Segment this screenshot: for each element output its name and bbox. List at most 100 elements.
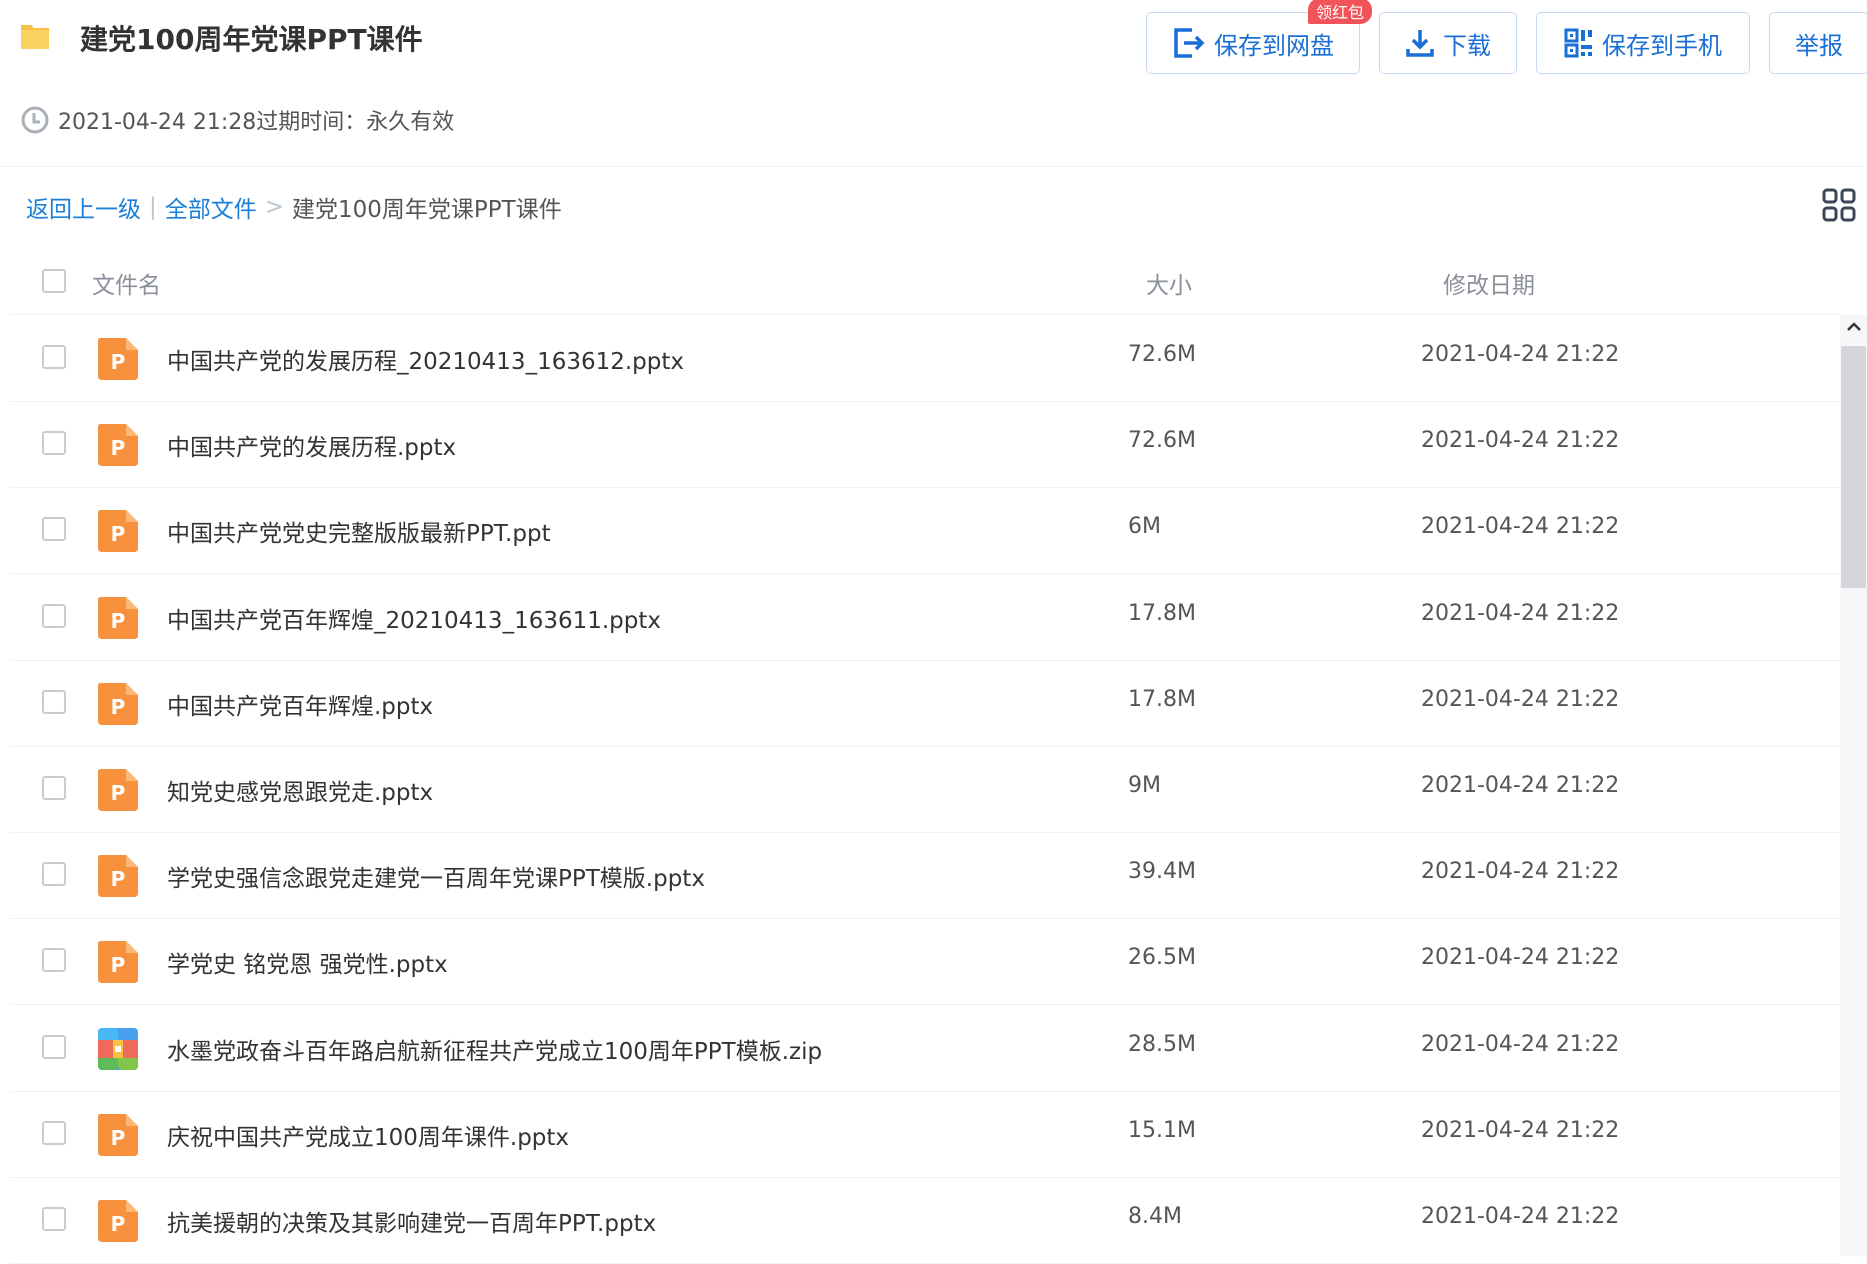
breadcrumb-separator: > bbox=[264, 194, 285, 220]
file-date: 2021-04-24 21:22 bbox=[1421, 1204, 1620, 1229]
scroll-up-arrow-icon[interactable] bbox=[1843, 316, 1865, 338]
share-header: 建党100周年党课PPT课件 保存到网盘 领红包 下载 保存到手机 举报 202… bbox=[0, 0, 1867, 135]
back-link[interactable]: 返回上一级 bbox=[26, 190, 141, 224]
ppt-file-icon: P bbox=[98, 510, 138, 553]
save-mobile-label: 保存到手机 bbox=[1602, 31, 1722, 60]
file-size: 17.8M bbox=[1128, 600, 1196, 626]
file-name-link[interactable]: 抗美援朝的决策及其影响建党一百周年PPT.pptx bbox=[167, 1204, 656, 1238]
file-name-link[interactable]: 学党史强信念跟党走建党一百周年党课PPT模版.pptx bbox=[167, 859, 705, 893]
scrollbar-thumb[interactable] bbox=[1841, 346, 1866, 588]
table-row[interactable]: P 中国共产党百年辉煌.pptx 17.8M 2021-04-24 21:22 bbox=[10, 660, 1840, 747]
qr-code-icon bbox=[1564, 28, 1592, 58]
file-name-link[interactable]: 庆祝中国共产党成立100周年课件.pptx bbox=[167, 1118, 569, 1152]
row-checkbox[interactable] bbox=[42, 517, 66, 542]
file-date: 2021-04-24 21:22 bbox=[1421, 686, 1620, 712]
svg-text:P: P bbox=[111, 1212, 126, 1236]
row-checkbox[interactable] bbox=[42, 776, 66, 800]
file-date: 2021-04-24 21:22 bbox=[1421, 859, 1620, 885]
file-size: 72.6M bbox=[1128, 342, 1196, 367]
file-date: 2021-04-24 21:22 bbox=[1421, 600, 1620, 626]
table-row[interactable]: P 学党史 铭党恩 强党性.pptx 26.5M 2021-04-24 21:22 bbox=[10, 918, 1840, 1006]
page-title: 建党100周年党课PPT课件 bbox=[80, 23, 423, 56]
column-size-header[interactable]: 大小 bbox=[1146, 266, 1192, 300]
svg-text:P: P bbox=[111, 609, 126, 633]
svg-text:P: P bbox=[111, 436, 126, 460]
report-button[interactable]: 举报 bbox=[1769, 12, 1867, 74]
column-date-header[interactable]: 修改日期 bbox=[1443, 266, 1535, 300]
file-date: 2021-04-24 21:22 bbox=[1421, 773, 1620, 798]
file-name-link[interactable]: 水墨党政奋斗百年路启航新征程共产党成立100周年PPT模板.zip bbox=[167, 1032, 822, 1066]
file-size: 26.5M bbox=[1128, 945, 1196, 971]
folder-icon bbox=[21, 25, 49, 49]
all-files-link[interactable]: 全部文件 bbox=[165, 190, 257, 224]
table-row[interactable]: P 中国共产党的发展历程.pptx 72.6M 2021-04-24 21:22 bbox=[10, 401, 1840, 489]
file-size: 15.1M bbox=[1128, 1117, 1196, 1143]
row-checkbox[interactable] bbox=[42, 948, 66, 973]
file-date: 2021-04-24 21:22 bbox=[1421, 945, 1620, 971]
table-header: 文件名 大小 修改日期 bbox=[10, 248, 1840, 315]
breadcrumb: 返回上一级 | 全部文件 > 建党100周年党课PPT课件 bbox=[26, 190, 562, 224]
row-checkbox[interactable] bbox=[42, 862, 66, 887]
file-name-link[interactable]: 中国共产党百年辉煌_20210413_163611.pptx bbox=[167, 601, 661, 635]
table-row[interactable]: P 庆祝中国共产党成立100周年课件.pptx 15.1M 2021-04-24 21… bbox=[10, 1091, 1840, 1178]
file-name-link[interactable]: 中国共产党党史完整版版最新PPT.ppt bbox=[167, 514, 551, 548]
file-size: 39.4M bbox=[1128, 859, 1196, 885]
save-icon bbox=[1174, 28, 1205, 58]
row-checkbox[interactable] bbox=[42, 431, 66, 456]
zip-file-icon bbox=[98, 1027, 138, 1070]
file-name-link[interactable]: 中国共产党百年辉煌.pptx bbox=[167, 687, 433, 721]
grid-view-icon[interactable] bbox=[1822, 188, 1856, 222]
file-date: 2021-04-24 21:22 bbox=[1421, 514, 1620, 540]
ppt-file-icon: P bbox=[98, 1113, 138, 1156]
table-row[interactable]: P 中国共产党党史完整版版最新PPT.ppt 6M 2021-04-24 21:22 bbox=[10, 487, 1840, 575]
table-row[interactable]: P 中国共产党的发展历程_20210413_163612.pptx 72.6M 202… bbox=[10, 315, 1840, 402]
red-packet-badge[interactable]: 领红包 bbox=[1308, 0, 1373, 24]
download-button-label: 下载 bbox=[1443, 31, 1491, 60]
svg-text:P: P bbox=[111, 953, 126, 977]
header-divider bbox=[0, 166, 1867, 167]
table-row[interactable]: P 学党史强信念跟党走建党一百周年党课PPT模版.pptx 39.4M 2021-04… bbox=[10, 832, 1840, 920]
file-date: 2021-04-24 21:22 bbox=[1421, 342, 1620, 367]
svg-text:P: P bbox=[111, 350, 126, 374]
svg-text:P: P bbox=[111, 695, 126, 719]
breadcrumb-separator: | bbox=[149, 194, 157, 220]
report-label: 举报 bbox=[1795, 31, 1843, 60]
select-all-checkbox[interactable] bbox=[42, 269, 66, 293]
ppt-file-icon: P bbox=[98, 338, 138, 380]
row-checkbox[interactable] bbox=[42, 1034, 66, 1059]
download-icon bbox=[1406, 30, 1434, 57]
save-to-mobile-button[interactable]: 保存到手机 bbox=[1536, 12, 1750, 74]
share-meta: 2021-04-24 21:28过期时间：永久有效 bbox=[20, 104, 454, 136]
table-row[interactable]: P 抗美援朝的决策及其影响建党一百周年PPT.pptx 8.4M 2021-04-24… bbox=[10, 1177, 1840, 1264]
svg-text:P: P bbox=[111, 867, 126, 891]
file-size: 72.6M bbox=[1128, 428, 1196, 454]
ppt-file-icon: P bbox=[98, 682, 138, 725]
ppt-file-icon: P bbox=[98, 1200, 138, 1242]
column-name-header[interactable]: 文件名 bbox=[92, 266, 161, 300]
ppt-file-icon: P bbox=[98, 769, 138, 811]
svg-text:P: P bbox=[111, 781, 126, 805]
file-size: 9M bbox=[1128, 773, 1161, 798]
file-date: 2021-04-24 21:22 bbox=[1421, 428, 1620, 454]
row-checkbox[interactable] bbox=[42, 603, 66, 628]
table-row[interactable]: 水墨党政奋斗百年路启航新征程共产党成立100周年PPT模板.zip 28.5M 20… bbox=[10, 1005, 1840, 1092]
row-checkbox[interactable] bbox=[42, 1207, 66, 1231]
table-row[interactable]: P 中国共产党百年辉煌_20210413_163611.pptx 17.8M 2021… bbox=[10, 574, 1840, 661]
download-button[interactable]: 下载 bbox=[1379, 12, 1517, 74]
row-checkbox[interactable] bbox=[42, 345, 66, 369]
clock-icon bbox=[21, 106, 49, 134]
file-name-link[interactable]: 中国共产党的发展历程_20210413_163612.pptx bbox=[167, 342, 684, 376]
file-date: 2021-04-24 21:22 bbox=[1421, 1031, 1620, 1057]
file-size: 6M bbox=[1128, 514, 1161, 540]
file-name-link[interactable]: 中国共产党的发展历程.pptx bbox=[167, 428, 456, 462]
ppt-file-icon: P bbox=[98, 941, 138, 984]
ppt-file-icon: P bbox=[98, 596, 138, 639]
row-checkbox[interactable] bbox=[42, 1120, 66, 1145]
file-name-link[interactable]: 学党史 铭党恩 强党性.pptx bbox=[167, 945, 448, 979]
row-checkbox[interactable] bbox=[42, 689, 66, 714]
current-folder: 建党100周年党课PPT课件 bbox=[292, 197, 562, 223]
file-name-link[interactable]: 知党史感党恩跟党走.pptx bbox=[167, 773, 433, 807]
ppt-file-icon: P bbox=[98, 855, 138, 898]
table-row[interactable]: P 知党史感党恩跟党走.pptx 9M 2021-04-24 21:22 bbox=[10, 746, 1840, 833]
share-time-expiry: 2021-04-24 21:28过期时间：永久有效 bbox=[58, 110, 455, 135]
